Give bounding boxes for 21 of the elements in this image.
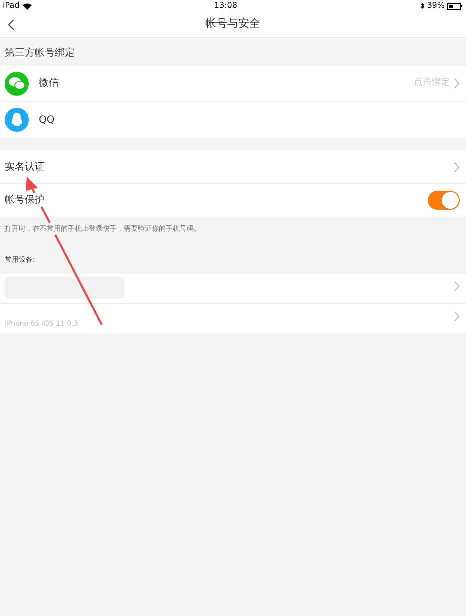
chevron-icon (454, 280, 460, 292)
row-label: 帐号保护 (5, 194, 46, 208)
wifi-icon (22, 2, 32, 10)
penguin-icon (5, 108, 29, 132)
page-title: 帐号与安全 (206, 16, 260, 32)
chevron-icon (454, 78, 460, 89)
account-row[interactable]: QQ (0, 102, 466, 138)
account-name: QQ (39, 114, 56, 128)
bluetooth-icon (420, 2, 426, 10)
toggle-switch[interactable] (428, 191, 460, 210)
section-header: 第三方帐号绑定 (5, 46, 75, 61)
device-label: iPad (3, 0, 20, 12)
clock: 13:08 (214, 0, 238, 12)
battery-icon (446, 2, 463, 10)
chevron-icon (454, 311, 460, 322)
row-label: 实名认证 (5, 160, 46, 174)
chevron-icon (454, 162, 460, 172)
settings-row[interactable]: 实名认证 (0, 151, 466, 184)
chat-bubbles-icon (5, 72, 29, 96)
account-name: 微信 (39, 77, 60, 91)
battery-percent: 39% (427, 0, 445, 12)
